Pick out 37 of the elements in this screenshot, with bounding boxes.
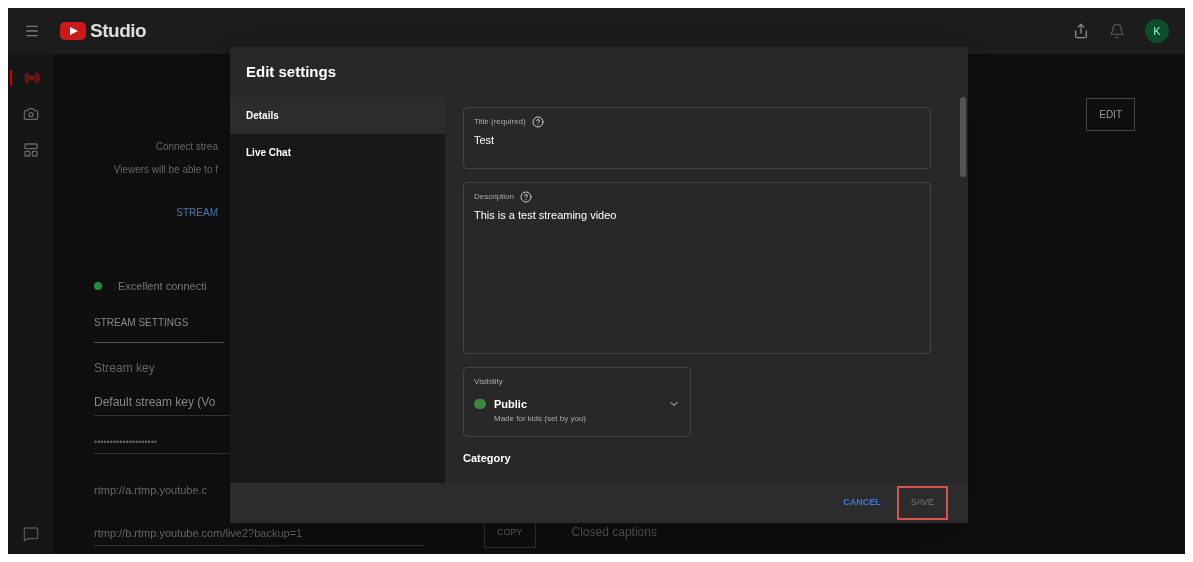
backup-url: rtmp://b.rtmp.youtube.com/live2?backup=1 [94, 524, 424, 546]
captions-label: Closed captions [571, 524, 657, 542]
stream-settings-tab[interactable]: STREAM SETTINGS [94, 314, 224, 343]
description-field[interactable]: Description This is a test streaming video [463, 182, 931, 354]
panel-icon[interactable] [23, 142, 39, 158]
play-logo-icon [60, 22, 86, 40]
edit-button[interactable]: EDIT [1086, 98, 1135, 131]
help-icon[interactable] [531, 116, 544, 128]
primary-url: rtmp://a.rtmp.youtube.c [94, 483, 209, 498]
share-icon[interactable] [1073, 23, 1089, 39]
title-field[interactable]: Title (required) Test [463, 107, 931, 169]
bell-icon[interactable] [1109, 23, 1125, 39]
visibility-select[interactable]: Visibility Public Made for kids (set by you) [463, 367, 691, 437]
camera-icon[interactable] [23, 106, 39, 122]
category-heading: Category [463, 451, 512, 466]
help-icon[interactable] [520, 191, 532, 203]
feedback-icon[interactable] [23, 526, 39, 542]
field-value: Test [474, 133, 496, 148]
connect-text: Connect strea [155, 140, 218, 154]
public-icon [474, 399, 486, 410]
logo-text: Studio [90, 18, 147, 43]
visibility-label: Visibility [474, 376, 504, 388]
stream-key-heading: Stream key [94, 359, 156, 377]
status-text: Excellent connecti [118, 279, 207, 294]
dialog-tab[interactable]: Live Chat [230, 134, 445, 171]
field-label: Title (required) [474, 116, 526, 128]
dialog-title: Edit settings [246, 61, 336, 82]
viewers-text: Viewers will be able to f [113, 163, 218, 177]
dialog-tab[interactable]: Details [230, 97, 445, 134]
live-icon[interactable] [24, 70, 40, 86]
field-value: This is a test streaming video [474, 208, 618, 223]
visibility-value: Public [494, 397, 528, 412]
field-label: Description [474, 191, 514, 203]
stream-link[interactable]: STREAM [176, 205, 218, 220]
menu-icon[interactable] [24, 23, 40, 39]
visibility-note: Made for kids (set by you) [494, 412, 588, 425]
avatar[interactable]: K [1145, 19, 1169, 43]
